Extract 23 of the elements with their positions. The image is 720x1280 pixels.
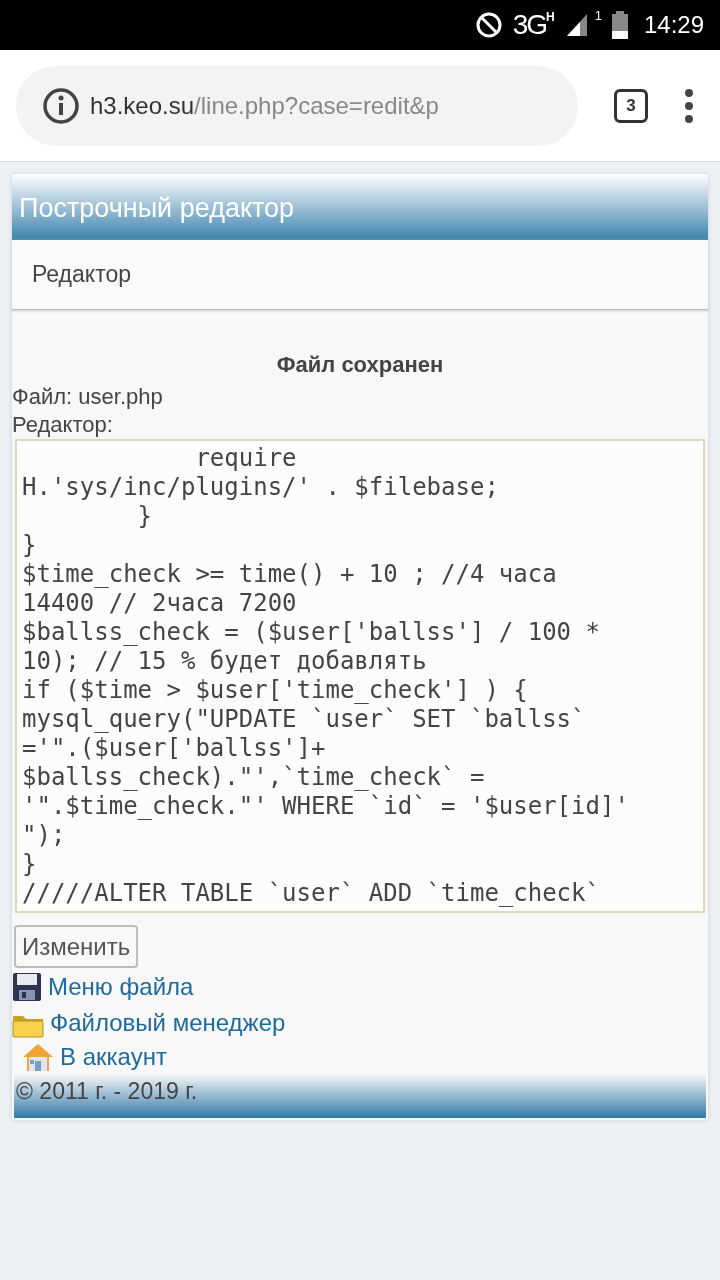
clock: 14:29: [643, 10, 704, 40]
editor-label: Редактор:: [12, 411, 114, 439]
do-not-disturb-icon: [474, 11, 503, 39]
page-title: Построчный редактор: [19, 191, 295, 225]
copyright: © 2011 г. - 2019 г.: [16, 1077, 198, 1106]
menu-icon[interactable]: [684, 88, 694, 123]
file-label: Файл: user.php: [12, 383, 164, 411]
address-bar[interactable]: h3.keo.su/line.php?case=redit&p: [16, 65, 578, 146]
code-textarea[interactable]: require H.'sys/inc/plugins/' . $filebase; } } $time_check >= time() + 10 ; //4 часа 14400 // 2часа 7200 $ballss_check = ($user['ballss'] / 100 * 10); // 15 % будет добавлять if ($time > $user['time_check'] ) { mysql_query("UPDATE `user` SET `ballss` ='".($user['ballss']+ $ballss_check)."',`time_check` = '".$time_check."' WHERE `id` = '$user[id]' "); } /////ALTER TABLE `user` ADD `time_check`: [15, 439, 705, 913]
section-title: Редактор: [32, 260, 131, 290]
house-icon: [22, 1042, 54, 1072]
change-button[interactable]: Изменить: [14, 925, 139, 968]
sim-number: 1: [594, 7, 602, 25]
url-text: h3.keo.su/line.php?case=redit&p: [90, 90, 439, 121]
nav-link[interactable]: Меню файла: [48, 972, 194, 1002]
network-subtype: H: [546, 11, 555, 23]
nav-link[interactable]: В аккаунт: [60, 1042, 167, 1072]
saved-message: Файл сохранен: [276, 352, 444, 377]
nav-link[interactable]: Файловый менеджер: [50, 1008, 286, 1038]
battery-icon: [611, 11, 628, 39]
network-type: 3G: [512, 11, 547, 39]
info-icon: [42, 86, 80, 125]
tab-count-button[interactable]: 3: [614, 88, 648, 123]
